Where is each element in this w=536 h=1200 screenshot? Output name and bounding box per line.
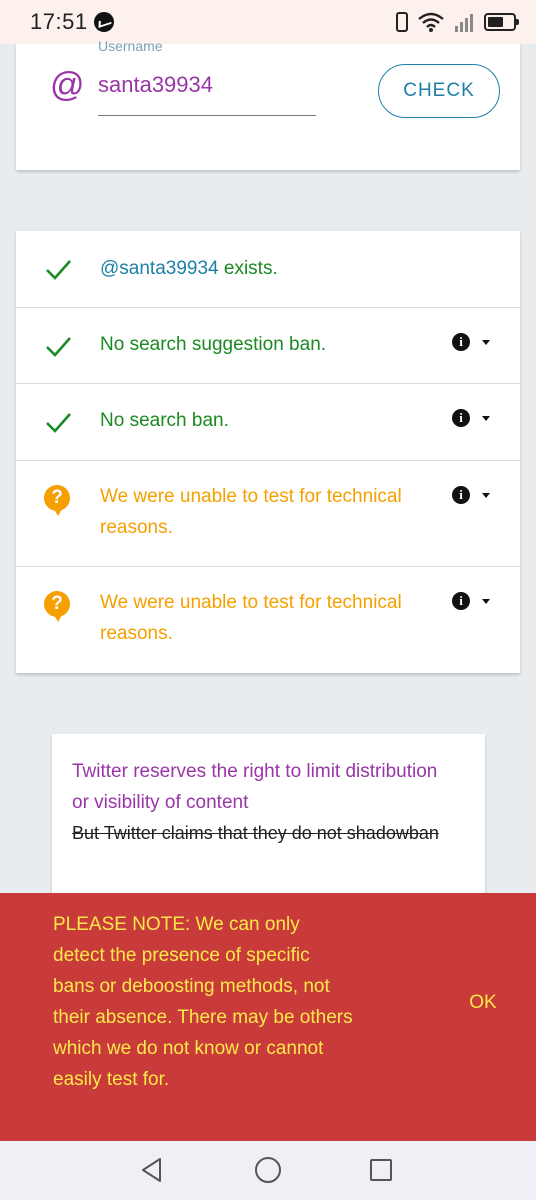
check-button[interactable]: CHECK	[378, 64, 500, 118]
username-label: Username	[98, 38, 163, 54]
username-input[interactable]	[98, 64, 316, 116]
question-icon: ?	[44, 591, 70, 622]
username-mention[interactable]: @santa39934	[100, 258, 219, 279]
recent-apps-icon[interactable]	[370, 1159, 392, 1181]
result-text: No search suggestion ban.	[100, 334, 327, 355]
question-icon: ?	[44, 485, 70, 516]
signal-icon	[455, 14, 473, 32]
caret-down-icon[interactable]	[482, 416, 490, 421]
navigation-bar	[0, 1141, 536, 1200]
status-icons	[396, 12, 519, 32]
caret-down-icon[interactable]	[482, 340, 490, 345]
check-icon	[46, 260, 71, 280]
username-card: Username @ CHECK	[16, 38, 520, 170]
info-icon[interactable]: i	[452, 333, 470, 351]
result-row-untested-2: ? We were unable to test for technical r…	[16, 567, 520, 673]
ok-button[interactable]: OK	[456, 987, 510, 1019]
check-icon	[46, 337, 71, 357]
result-text: @santa39934 exists.	[100, 258, 278, 279]
note-struck-text: But Twitter claims that they do not shad…	[72, 823, 439, 843]
messenger-icon	[93, 12, 114, 32]
results-card: @santa39934 exists. No search suggestion…	[16, 231, 520, 673]
caret-down-icon[interactable]	[482, 493, 490, 498]
vibrate-icon	[396, 12, 408, 32]
battery-icon	[484, 13, 519, 31]
result-row-search-ban: No search ban. i	[16, 384, 520, 461]
result-row-untested-1: ? We were unable to test for technical r…	[16, 461, 520, 567]
check-icon	[46, 413, 71, 433]
result-row-search-suggestion-ban: No search suggestion ban. i	[16, 308, 520, 384]
note-main-text: Twitter reserves the right to limit dist…	[72, 761, 438, 813]
wifi-icon	[418, 12, 444, 32]
info-icon[interactable]: i	[452, 409, 470, 427]
status-time: 17:51	[30, 9, 88, 34]
info-icon[interactable]: i	[452, 486, 470, 504]
status-bar: 17:51	[0, 0, 536, 44]
info-icon[interactable]: i	[452, 592, 470, 610]
home-icon[interactable]	[255, 1157, 281, 1183]
result-text: We were unable to test for technical rea…	[100, 592, 402, 644]
result-text: No search ban.	[100, 410, 229, 431]
banner-text: PLEASE NOTE: We can only detect the pres…	[53, 914, 353, 1090]
disclaimer-banner: PLEASE NOTE: We can only detect the pres…	[0, 893, 536, 1141]
back-icon[interactable]	[140, 1157, 164, 1183]
caret-down-icon[interactable]	[482, 599, 490, 604]
result-text: We were unable to test for technical rea…	[100, 486, 402, 538]
at-icon: @	[50, 66, 85, 104]
result-row-exists: @santa39934 exists.	[16, 231, 520, 308]
